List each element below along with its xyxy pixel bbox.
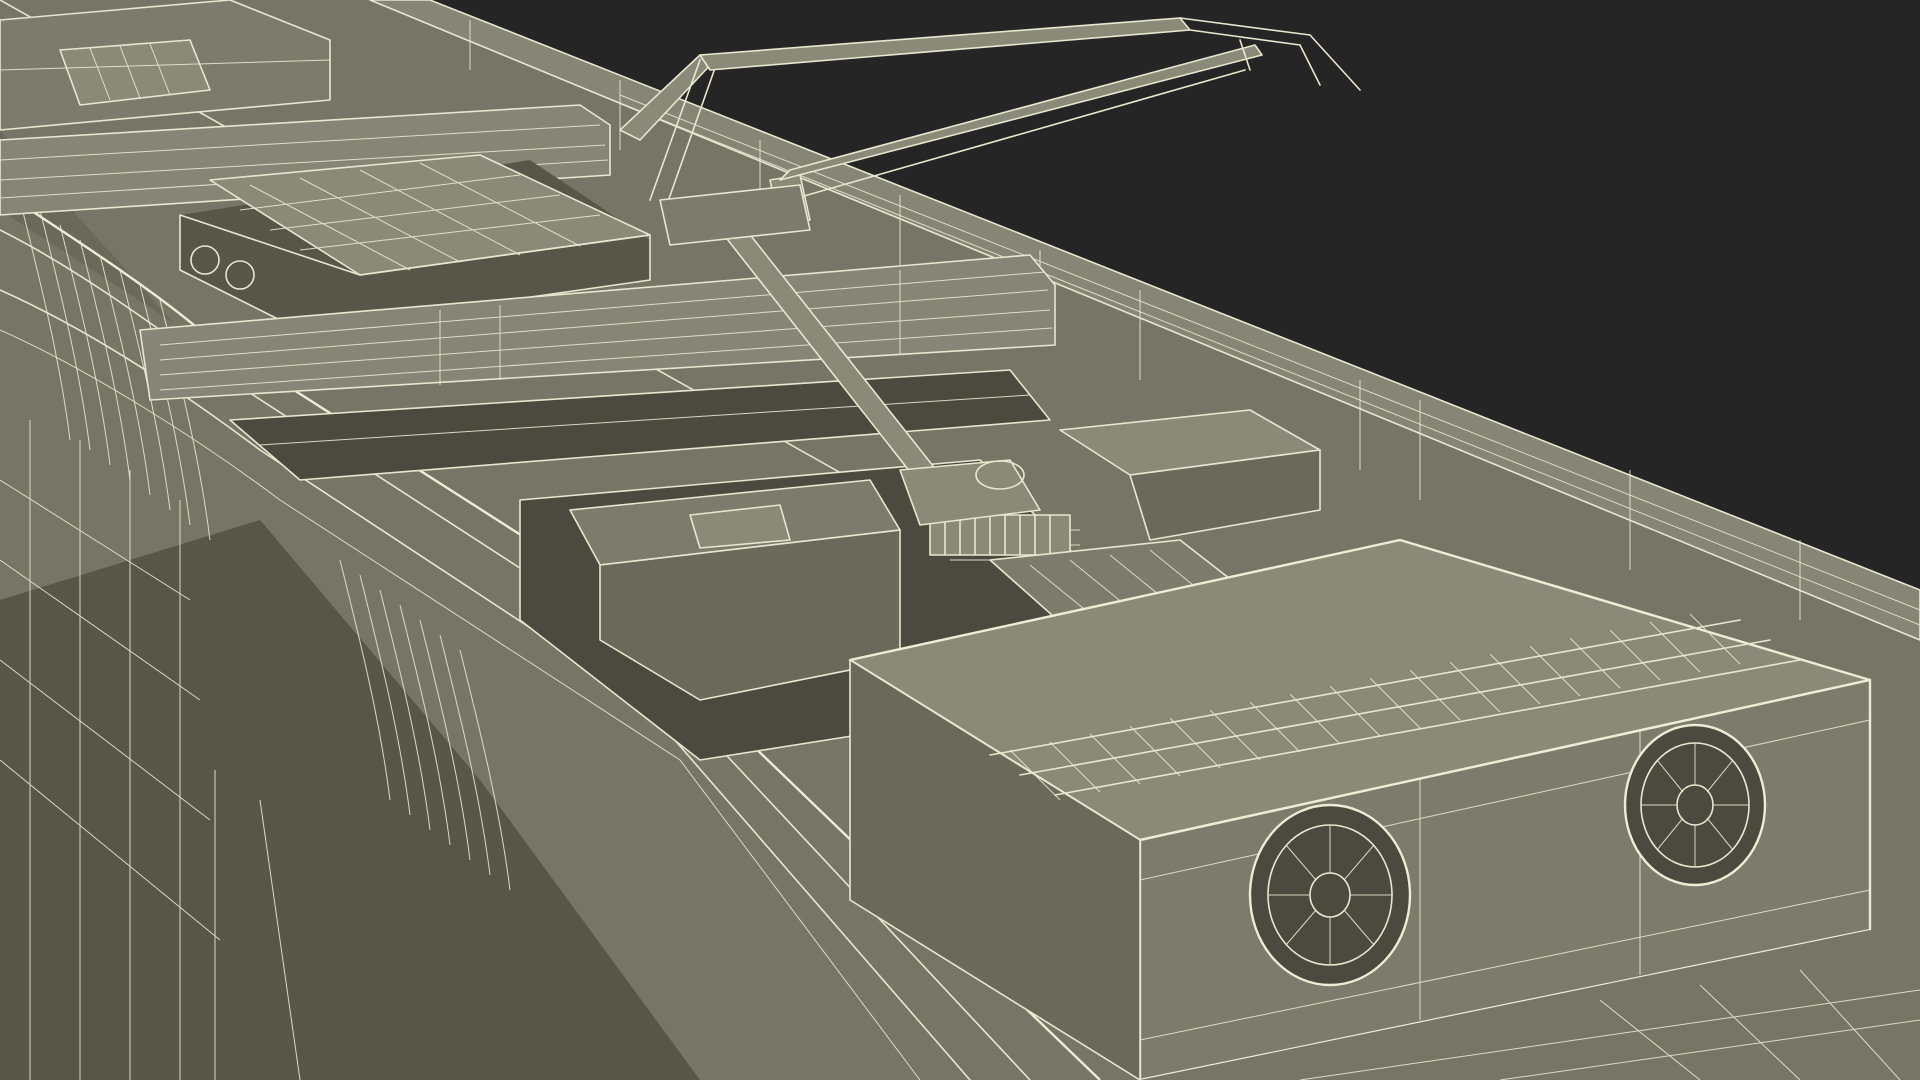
cooling-fan-left: [1248, 803, 1412, 987]
render-viewport: [0, 0, 1920, 1080]
cooling-fan-right: [1623, 723, 1767, 887]
